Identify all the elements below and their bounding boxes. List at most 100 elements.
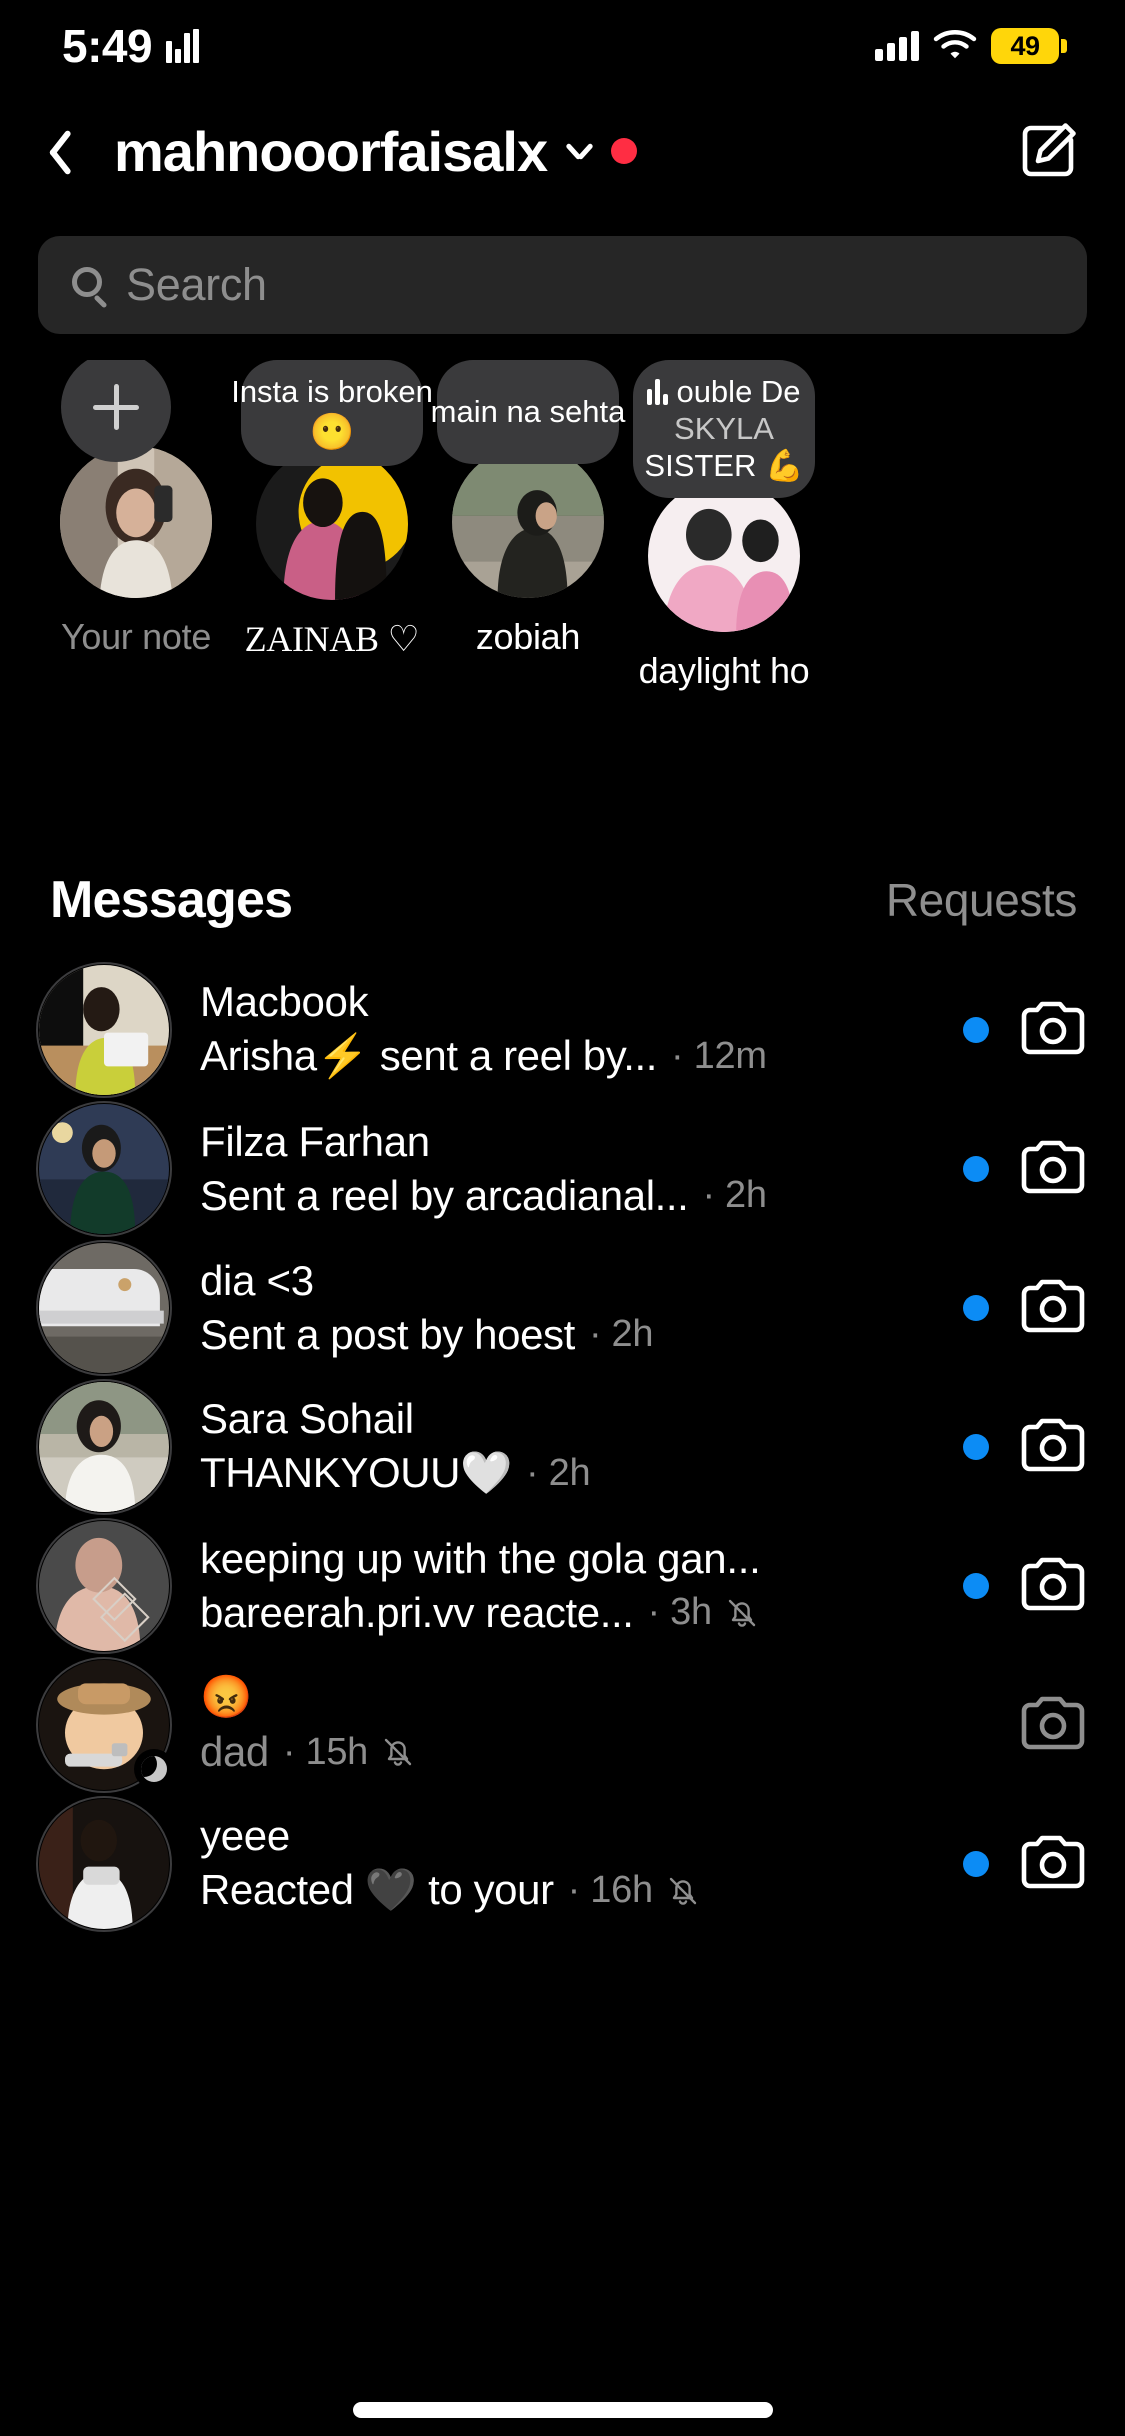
table-row[interactable]: keeping up with the gola gan... bareerah… [0,1516,1125,1655]
moon-badge-icon [134,1748,174,1789]
avatar[interactable] [36,1100,172,1237]
row-actions [945,1689,1089,1761]
conversation-name: Macbook [200,978,369,1025]
wifi-icon [933,28,977,65]
status-bar-right: 49 [875,28,1067,65]
conversation-preview: bareerah.pri.vv reacte... [200,1588,634,1636]
row-body: 😡 dad · 15h [200,1673,945,1776]
avatar[interactable] [36,961,172,1098]
conversation-preview-row: Arisha⚡ sent a reel by... · 12m [200,1032,945,1081]
compose-button[interactable] [1013,116,1083,186]
note-bubble[interactable]: main na sehta [431,360,625,464]
conversation-name: dia <3 [200,1256,314,1304]
unread-dot [963,1572,989,1599]
conversation-name: Filza Farhan [200,1117,430,1165]
table-row[interactable]: yeee Reacted 🖤 to your · 16h [0,1794,1125,1933]
inbox-header: mahnooorfaisalx [0,92,1125,210]
table-row[interactable]: Macbook Arisha⚡ sent a reel by... · 12m [0,960,1125,1099]
messages-title: Messages [50,871,293,929]
avatar-wrap [648,480,800,633]
conversation-timestamp: · 3h [647,1591,713,1633]
search-icon [68,263,112,309]
row-body: Macbook Arisha⚡ sent a reel by... · 12m [200,978,945,1081]
conversation-preview-row: bareerah.pri.vv reacte... · 3h [200,1589,945,1637]
conversation-timestamp: · 12m [671,1035,767,1077]
audio-bars-icon [166,29,200,63]
conversation-preview-row: Sent a post by hoest · 2h [200,1311,945,1359]
conversation-name: yeee [200,1812,290,1859]
notes-track: Your note Insta is broken 😶 ZAINAB ♡ mai… [0,360,1125,692]
back-button[interactable] [38,117,98,185]
bell-off-icon [665,1873,701,1909]
row-body: Filza Farhan Sent a reel by arcadianal..… [200,1118,945,1220]
conversation-preview: dad [200,1728,269,1775]
messages-section-header: Messages Requests [0,855,1125,945]
conversation-preview: THANKYOUU🤍 [200,1449,512,1496]
unread-dot [963,1850,989,1877]
avatar[interactable] [36,1239,172,1376]
avatar[interactable] [36,1517,172,1654]
conversation-timestamp: · 2h [702,1174,767,1216]
conversation-preview: Sent a reel by arcadianal... [200,1171,689,1219]
row-actions [945,1411,1089,1483]
conversation-preview: Sent a post by hoest [200,1310,575,1358]
status-bar-clock: 5:49 [62,20,153,72]
conversation-preview-row: dad · 15h [200,1728,945,1776]
avatar[interactable] [36,1656,174,1793]
note-label: zobiah [475,616,581,657]
row-body: yeee Reacted 🖤 to your · 16h [200,1812,945,1915]
note-label: ZAINAB ♡ [244,618,420,659]
row-body: keeping up with the gola gan... bareerah… [200,1535,945,1637]
note-bubble[interactable]: Insta is broken 😶 [231,360,433,466]
table-row[interactable]: Sara Sohail THANKYOUU🤍 · 2h [0,1377,1125,1516]
camera-icon[interactable] [1017,1689,1089,1761]
conversation-name: 😡 [200,1673,252,1720]
table-row[interactable]: dia <3 Sent a post by hoest · 2h [0,1238,1125,1377]
bell-off-icon [380,1734,416,1770]
unread-dot [963,1155,989,1182]
camera-icon[interactable] [1017,1550,1089,1622]
camera-icon[interactable] [1017,1828,1089,1900]
instagram-direct-inbox-screen: 5:49 49 mahnooorfaisalx Search Your note… [0,0,1125,2436]
avatar-wrap [452,446,604,598]
table-row[interactable]: 😡 dad · 15h [0,1655,1125,1794]
camera-icon[interactable] [1017,1411,1089,1483]
chevron-down-icon[interactable] [565,136,595,166]
avatar[interactable] [36,1378,172,1515]
avatar [256,447,408,600]
camera-icon[interactable] [1017,1272,1089,1344]
conversation-preview-row: THANKYOUU🤍 · 2h [200,1449,945,1498]
note-item-daylight[interactable]: ouble De SKYLA SISTER 💪 daylight ho [626,360,822,692]
avatar-wrap [256,447,408,600]
avatar [60,446,212,598]
note-item-zobiah[interactable]: main na sehta zobiah [430,360,626,658]
note-item-your-note[interactable]: Your note [38,360,234,658]
conversation-preview-row: Sent a reel by arcadianal... · 2h [200,1172,945,1220]
note-item-zainab[interactable]: Insta is broken 😶 ZAINAB ♡ [231,360,433,660]
compose-icon [1022,123,1076,177]
status-badge [611,138,638,164]
note-label: Your note [60,616,212,657]
requests-link[interactable]: Requests [886,873,1078,927]
note-bubble[interactable]: ouble De SKYLA SISTER 💪 [633,360,815,499]
row-body: dia <3 Sent a post by hoest · 2h [200,1257,945,1359]
camera-icon[interactable] [1017,1133,1089,1205]
table-row[interactable]: Filza Farhan Sent a reel by arcadianal..… [0,1099,1125,1238]
status-bar-left: 5:49 [62,19,200,73]
avatar [648,480,800,633]
note-bubble-text: Insta is broken [231,374,433,409]
notes-carousel[interactable]: Your note Insta is broken 😶 ZAINAB ♡ mai… [0,360,1125,820]
conversation-preview: Arisha⚡ sent a reel by... [200,1032,658,1079]
search-placeholder: Search [126,259,267,310]
cellular-signal-icon [875,31,919,61]
battery-indicator: 49 [991,28,1067,64]
account-username[interactable]: mahnooorfaisalx [114,119,548,184]
battery-percent-label: 49 [1010,30,1040,61]
note-bubble-line2: SKYLA [674,410,774,446]
avatar[interactable] [36,1795,172,1932]
row-actions [945,994,1089,1066]
search-input[interactable]: Search [38,236,1087,334]
unread-dot [963,1294,989,1321]
unread-dot [963,1433,989,1460]
camera-icon[interactable] [1017,994,1089,1066]
